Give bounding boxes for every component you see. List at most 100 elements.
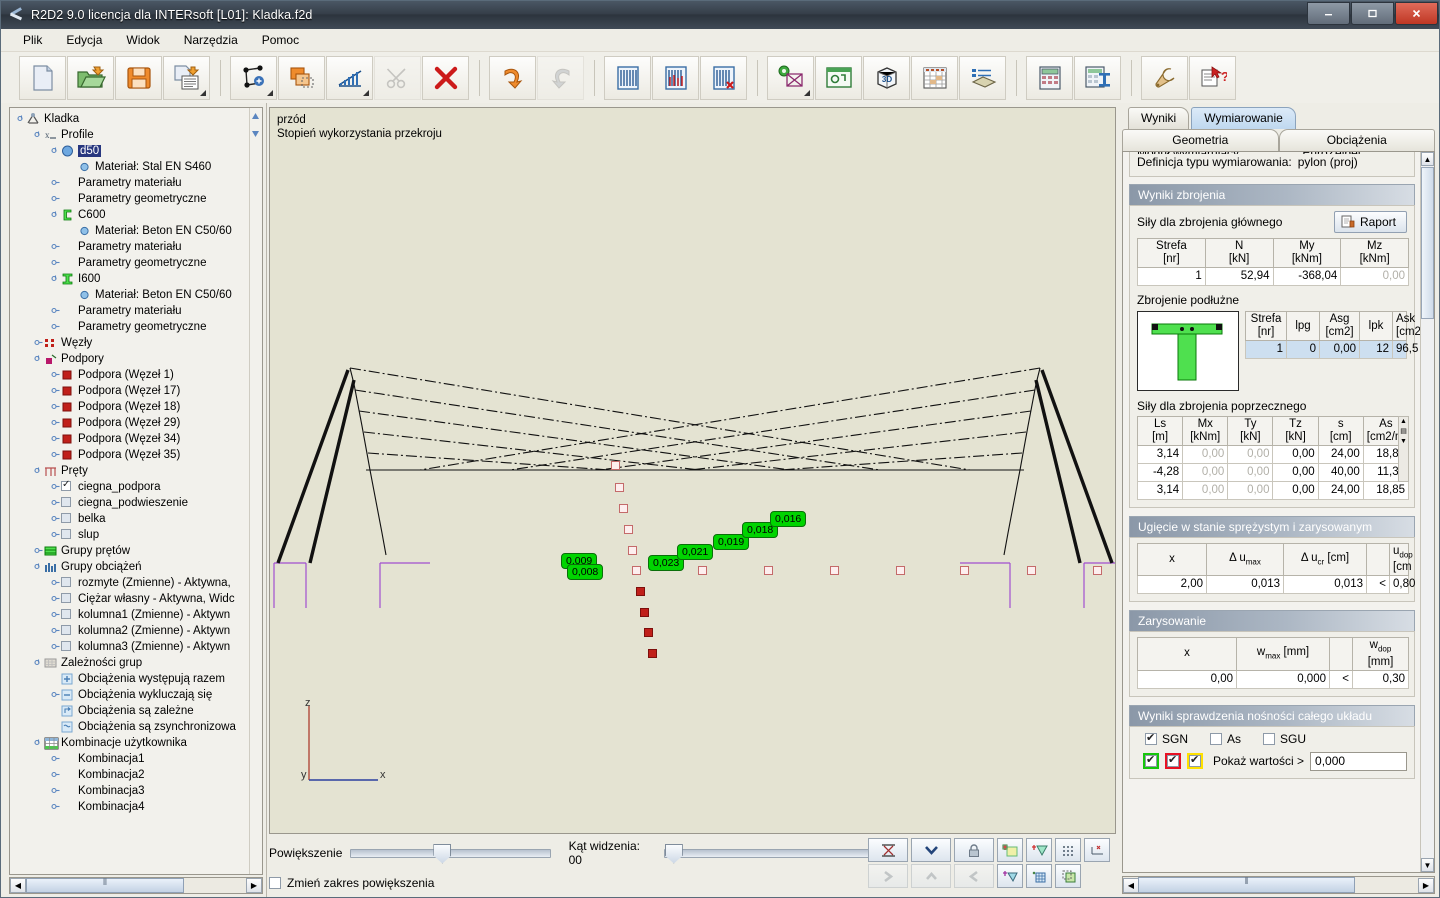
tree-item-belka[interactable]: belka: [10, 511, 250, 527]
check-sgn[interactable]: SGN: [1145, 731, 1188, 746]
menu-widok[interactable]: Widok: [114, 31, 171, 49]
tree-item-pr-ty[interactable]: Pręty: [10, 463, 250, 479]
tree-expander-icon[interactable]: [33, 338, 44, 349]
tree-expander-icon[interactable]: [33, 466, 44, 477]
tree-item-parametry-materia-u[interactable]: Parametry materiału: [10, 175, 250, 191]
tree-expander-icon[interactable]: [50, 482, 61, 493]
lock-icon[interactable]: [954, 838, 994, 862]
tree-expander-icon[interactable]: [50, 802, 61, 813]
node-square[interactable]: [1093, 566, 1102, 575]
node-support[interactable]: [636, 587, 645, 596]
cracking-table[interactable]: x wmax [mm] wdop [mm] 0,00 0,000 < 0,30: [1137, 637, 1409, 689]
maximize-button[interactable]: [1351, 2, 1394, 25]
tree-expander-icon[interactable]: [50, 242, 61, 253]
tree-item-ci-ar-w-asny-aktywna-widc[interactable]: Ciężar własny - Aktywna, Widc: [10, 591, 250, 607]
tree-item-rozmyte-zmienne-aktywna[interactable]: rozmyte (Zmienne) - Aktywna,: [10, 575, 250, 591]
tree-item-ciegna-podwieszenie[interactable]: ciegna_podwieszenie: [10, 495, 250, 511]
tree-expander-icon[interactable]: [50, 690, 61, 701]
tree-expander-icon[interactable]: [50, 210, 61, 221]
add-mesh-icon[interactable]: [997, 864, 1023, 888]
arrow-right-icon[interactable]: [868, 864, 908, 888]
scissors-icon[interactable]: [374, 56, 421, 100]
tree-expander-icon[interactable]: [50, 194, 61, 205]
chevron-double-down-icon[interactable]: [911, 838, 951, 862]
tree-expander-icon[interactable]: [50, 530, 61, 541]
as-checkbox[interactable]: [1210, 732, 1223, 745]
tree-item-obci-enia-s-zale-ne[interactable]: Obciążenia są zależne: [10, 703, 250, 719]
tree-item-parametry-materia-u[interactable]: Parametry materiału: [10, 239, 250, 255]
tree-item-grupy-obci-e[interactable]: Grupy obciążeń: [10, 559, 250, 575]
menu-narzedzia[interactable]: Narzędzia: [172, 31, 250, 49]
tree-expander-icon[interactable]: [50, 274, 61, 285]
save-disk-icon[interactable]: [115, 56, 162, 100]
add-node-layer-icon[interactable]: [997, 838, 1023, 862]
tree-item-profile[interactable]: x Profile: [10, 127, 250, 143]
tree-horizontal-scrollbar[interactable]: ◀ ▶: [9, 877, 263, 894]
node-square[interactable]: [896, 566, 905, 575]
tree-item-podpora-w-ze-35[interactable]: Podpora (Węzeł 35): [10, 447, 250, 463]
tree-expander-icon[interactable]: [50, 770, 61, 781]
node-square[interactable]: [632, 566, 641, 575]
node-square[interactable]: [830, 566, 839, 575]
tab-wymiarowanie[interactable]: Wymiarowanie: [1191, 107, 1296, 129]
tree-expander-icon[interactable]: [50, 610, 61, 621]
redo-icon[interactable]: [537, 56, 584, 100]
tree-expander-icon[interactable]: [50, 306, 61, 317]
tree-expander-icon[interactable]: [50, 594, 61, 605]
results-hscroll-thumb[interactable]: [1138, 877, 1355, 893]
tree-item-kombinacja1[interactable]: Kombinacja1: [10, 751, 250, 767]
tree-expander-icon[interactable]: [50, 642, 61, 653]
tree-item-c600[interactable]: C600: [10, 207, 250, 223]
tree-item-podpora-w-ze-29[interactable]: Podpora (Węzeł 29): [10, 415, 250, 431]
copy-objects-icon[interactable]: [278, 56, 325, 100]
node-square[interactable]: [1027, 566, 1036, 575]
tree-expander-icon[interactable]: [50, 786, 61, 797]
undo-icon[interactable]: [489, 56, 536, 100]
snap-icon[interactable]: [1084, 838, 1110, 862]
results-horizontal-scrollbar[interactable]: ◀ ▶: [1122, 876, 1435, 894]
tree-item-kladka[interactable]: Kladka: [10, 111, 250, 127]
tree-expander-icon[interactable]: [50, 498, 61, 509]
tree-expander-icon[interactable]: [33, 546, 44, 557]
tree-expander-icon[interactable]: [33, 354, 44, 365]
node-support[interactable]: [648, 649, 657, 658]
results-scroll-left-icon[interactable]: ◀: [1123, 877, 1139, 893]
tree-item-kolumna1-zmienne-aktywn[interactable]: kolumna1 (Zmienne) - Aktywn: [10, 607, 250, 623]
tree-item-kombinacje-u-ytkownika[interactable]: Kombinacje użytkownika: [10, 735, 250, 751]
add-load-layer-icon[interactable]: [1026, 838, 1052, 862]
tree-expander-icon[interactable]: [50, 146, 61, 157]
add-node-icon[interactable]: [230, 56, 277, 100]
tree-item-podpora-w-ze-1[interactable]: Podpora (Węzeł 1): [10, 367, 250, 383]
results-diagram-icon[interactable]: [604, 56, 651, 100]
steel-calc-icon[interactable]: [1074, 56, 1121, 100]
red-checkbox[interactable]: [1167, 753, 1179, 768]
delete-x-icon[interactable]: [422, 56, 469, 100]
scroll-down-icon[interactable]: ▼: [1421, 858, 1434, 872]
tree-item-kolumna2-zmienne-aktywn[interactable]: kolumna2 (Zmienne) - Aktywn: [10, 623, 250, 639]
settings-frame-icon[interactable]: [767, 56, 814, 100]
tree-expander-icon[interactable]: [33, 738, 44, 749]
longitudinal-table[interactable]: Strefa [nr] lpg Asg [cm2] lpk Ask [cm2 1 0: [1245, 311, 1421, 359]
tab-obciazenia[interactable]: Obciążenia: [1278, 129, 1435, 151]
tree-expander-icon[interactable]: [50, 578, 61, 589]
fit-zoom-icon[interactable]: [868, 838, 908, 862]
results-delete-icon[interactable]: [700, 56, 747, 100]
menu-pomoc[interactable]: Pomoc: [250, 31, 311, 49]
loads-chart-icon[interactable]: [326, 56, 373, 100]
report-button[interactable]: Raport: [1333, 211, 1407, 233]
minimize-button[interactable]: [1307, 2, 1350, 25]
tree-item-ciegna-podpora[interactable]: ciegna_podpora: [10, 479, 250, 495]
zoom-range-checkbox[interactable]: [269, 877, 281, 889]
layers-icon[interactable]: [959, 56, 1006, 100]
tree-item-grupy-pr-t-w[interactable]: Grupy prętów: [10, 543, 250, 559]
help-icon[interactable]: ?: [1189, 56, 1236, 100]
tree-item-parametry-geometryczne[interactable]: Parametry geometryczne: [10, 255, 250, 271]
tree-expander-icon[interactable]: [50, 418, 61, 429]
red-highlight-checkbox[interactable]: [1165, 753, 1181, 770]
node-square[interactable]: [624, 525, 633, 534]
node-square[interactable]: [611, 461, 620, 470]
results-scroll-right-icon[interactable]: ▶: [1418, 877, 1434, 893]
scroll-right-icon[interactable]: ▶: [246, 878, 262, 893]
wrench-icon[interactable]: [1141, 56, 1188, 100]
node-square[interactable]: [619, 504, 628, 513]
